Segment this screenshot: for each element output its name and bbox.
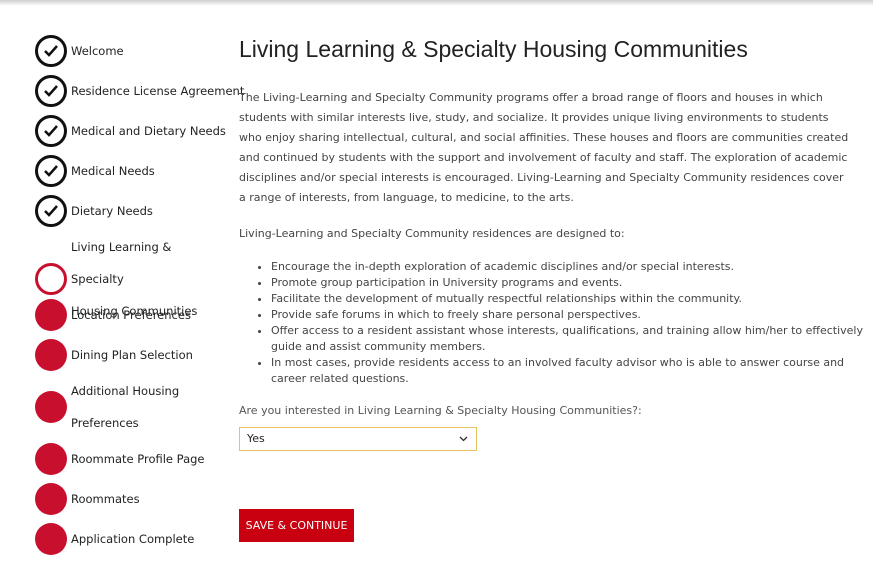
step-label: Dining Plan Selection xyxy=(71,348,193,362)
step-dietary-needs[interactable]: Dietary Needs xyxy=(35,195,153,227)
step-label: Medical and Dietary Needs xyxy=(71,124,226,138)
step-roommate-profile-page[interactable]: Roommate Profile Page xyxy=(35,443,205,475)
step-medical-needs[interactable]: Medical Needs xyxy=(35,155,155,187)
progress-sidebar: Welcome Residence License Agreement Medi… xyxy=(0,0,244,586)
check-icon xyxy=(35,35,67,67)
intro-paragraph: The Living-Learning and Specialty Commun… xyxy=(239,91,849,204)
step-label: Medical Needs xyxy=(71,164,155,178)
interest-select[interactable]: Yes xyxy=(239,427,477,451)
step-location-preferences[interactable]: Location Preferences xyxy=(35,299,191,331)
chevron-down-icon xyxy=(459,436,468,442)
step-label: Dietary Needs xyxy=(71,204,153,218)
list-item: Provide safe forums in which to freely s… xyxy=(271,307,871,323)
check-icon xyxy=(35,155,67,187)
step-label: Welcome xyxy=(71,44,124,58)
save-and-continue-button[interactable]: SAVE & CONTINUE xyxy=(239,509,354,542)
pending-step-circle-icon xyxy=(35,443,67,475)
pending-step-circle-icon xyxy=(35,339,67,371)
pending-step-circle-icon xyxy=(35,299,67,331)
step-residence-license-agreement[interactable]: Residence License Agreement xyxy=(35,75,244,107)
step-dining-plan-selection[interactable]: Dining Plan Selection xyxy=(35,339,193,371)
select-value: Yes xyxy=(247,432,265,445)
pending-step-circle-icon xyxy=(35,523,67,555)
step-label: Additional Housing Preferences xyxy=(71,384,180,430)
step-roommates[interactable]: Roommates xyxy=(35,483,140,515)
current-step-circle-icon xyxy=(35,263,67,295)
interest-question-label: Are you interested in Living Learning & … xyxy=(239,404,642,417)
step-label: Roommates xyxy=(71,492,140,506)
step-label: Application Complete xyxy=(71,532,195,546)
step-medical-and-dietary-needs[interactable]: Medical and Dietary Needs xyxy=(35,115,226,147)
page-title: Living Learning & Specialty Housing Comm… xyxy=(239,36,748,62)
pending-step-circle-icon xyxy=(35,483,67,515)
check-icon xyxy=(35,115,67,147)
step-label: Location Preferences xyxy=(71,308,191,322)
designed-to-text: Living-Learning and Specialty Community … xyxy=(239,227,625,240)
check-icon xyxy=(35,75,67,107)
check-icon xyxy=(35,195,67,227)
step-label: Roommate Profile Page xyxy=(71,452,205,466)
list-item: Offer access to a resident assistant who… xyxy=(271,323,871,355)
step-label: Residence License Agreement xyxy=(71,84,245,98)
list-item: In most cases, provide residents access … xyxy=(271,355,871,387)
benefits-list: Encourage the in-depth exploration of ac… xyxy=(255,259,871,387)
list-item: Encourage the in-depth exploration of ac… xyxy=(271,259,871,275)
step-additional-housing-preferences[interactable]: Additional Housing Preferences xyxy=(35,375,221,439)
list-item: Promote group participation in Universit… xyxy=(271,275,871,291)
list-item: Facilitate the development of mutually r… xyxy=(271,291,871,307)
step-application-complete[interactable]: Application Complete xyxy=(35,523,194,555)
pending-step-circle-icon xyxy=(35,391,67,423)
step-welcome[interactable]: Welcome xyxy=(35,35,124,67)
